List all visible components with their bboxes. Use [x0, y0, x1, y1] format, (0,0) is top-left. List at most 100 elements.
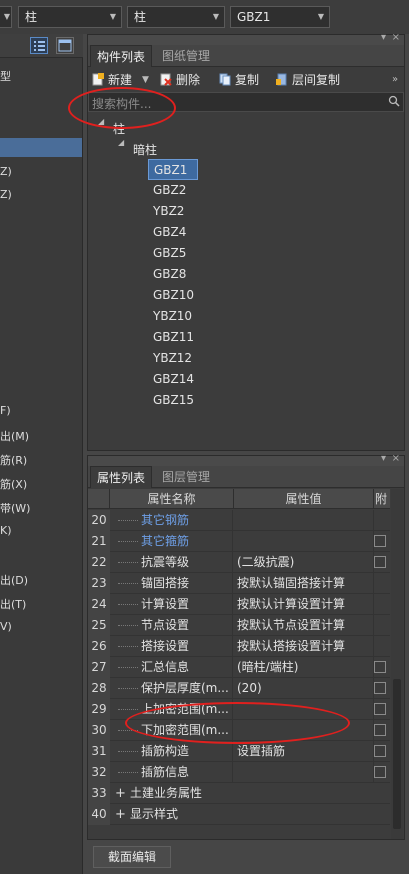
new-button[interactable]: 新建 — [92, 72, 132, 88]
property-row[interactable]: 23 锚固搭接 按默认锚固搭接计算 — [88, 573, 390, 594]
new-dropdown-chevron-icon[interactable]: ▼ — [142, 72, 149, 88]
tree-item[interactable]: GBZ2 — [148, 180, 198, 201]
property-name-text: 保护层厚度(m... — [141, 681, 229, 695]
property-value[interactable]: 设置插筋 — [234, 741, 374, 762]
left-item[interactable]: 带(W) — [0, 500, 30, 516]
floor-copy-label: 层间复制 — [292, 73, 341, 87]
property-group-row[interactable]: 33 + 土建业务属性 — [88, 783, 390, 804]
property-value[interactable] — [234, 762, 374, 783]
tree-item[interactable]: YBZ10 — [148, 306, 198, 327]
tree-group[interactable]: 暗柱 — [133, 141, 157, 158]
toolbar-overflow-icon[interactable]: » — [392, 72, 398, 88]
tab-property-list[interactable]: 属性列表 — [90, 466, 153, 488]
expand-plus-icon[interactable]: + — [115, 804, 126, 825]
left-item[interactable]: 出(D) — [0, 572, 28, 588]
left-item[interactable]: 型 — [0, 68, 11, 84]
floor-copy-icon — [276, 73, 288, 86]
tab-layer-management[interactable]: 图层管理 — [156, 466, 216, 488]
property-row[interactable]: 24 计算设置 按默认计算设置计算 — [88, 594, 390, 615]
property-group[interactable]: + 土建业务属性 — [110, 783, 374, 804]
tree-item[interactable]: YBZ12 — [148, 348, 198, 369]
collapse-arrow-icon[interactable]: ◢ — [118, 138, 124, 147]
tree-item[interactable]: GBZ14 — [148, 369, 198, 390]
row-number: 26 — [88, 636, 110, 657]
tree-item[interactable]: GBZ15 — [148, 390, 198, 411]
property-value[interactable]: 按默认搭接设置计算 — [234, 636, 374, 657]
tree-item[interactable]: YBZ2 — [148, 201, 198, 222]
property-row[interactable]: 21 其它箍筋 — [88, 531, 390, 552]
property-row[interactable]: 20 其它钢筋 — [88, 510, 390, 531]
property-value[interactable] — [234, 510, 374, 531]
combo-edge[interactable]: ▼ — [0, 6, 12, 28]
floor-copy-button[interactable]: 层间复制 — [276, 72, 340, 88]
expand-plus-icon[interactable]: + — [115, 783, 126, 804]
extra-checkbox[interactable] — [374, 745, 386, 757]
section-edit-button[interactable]: 截面编辑 — [93, 846, 171, 868]
property-scrollbar[interactable] — [391, 489, 403, 839]
left-item[interactable]: 筋(R) — [0, 452, 27, 468]
extra-checkbox[interactable] — [374, 556, 386, 568]
extra-checkbox-cell — [374, 657, 390, 678]
component-name-combo[interactable]: GBZ1 ▼ — [230, 6, 330, 28]
extra-checkbox[interactable] — [374, 661, 386, 673]
left-item[interactable]: 出(M) — [0, 428, 29, 444]
property-row[interactable]: 26 搭接设置 按默认搭接设置计算 — [88, 636, 390, 657]
copy-button[interactable]: 复制 — [219, 72, 259, 88]
left-item[interactable]: K) — [0, 524, 12, 537]
grid-view-icon[interactable] — [56, 37, 74, 54]
copy-label: 复制 — [235, 73, 260, 87]
tree-item[interactable]: GBZ11 — [148, 327, 198, 348]
property-group-row[interactable]: 40 + 显示样式 — [88, 804, 390, 825]
left-item-selected[interactable] — [0, 138, 82, 157]
left-item[interactable]: V) — [0, 620, 12, 633]
delete-button[interactable]: 删除 — [160, 72, 200, 88]
pin-icon[interactable]: ▾ — [381, 32, 386, 43]
tree-connector — [118, 688, 138, 689]
scrollbar-thumb[interactable] — [393, 679, 401, 829]
property-value[interactable]: 按默认计算设置计算 — [234, 594, 374, 615]
left-item[interactable]: 出(T) — [0, 596, 26, 612]
tree-item[interactable]: GBZ4 — [148, 222, 198, 243]
property-row[interactable]: 31 插筋构造 设置插筋 — [88, 741, 390, 762]
property-value[interactable]: 按默认节点设置计算 — [234, 615, 374, 636]
list-view-icon[interactable] — [30, 37, 48, 54]
left-item[interactable]: F) — [0, 404, 11, 417]
extra-checkbox[interactable] — [374, 766, 386, 778]
property-row[interactable]: 27 汇总信息 (暗柱/端柱) — [88, 657, 390, 678]
property-value[interactable] — [234, 531, 374, 552]
extra-checkbox[interactable] — [374, 682, 386, 694]
extra-checkbox-cell — [374, 636, 390, 657]
highlight-search-ellipse — [68, 87, 176, 129]
close-icon[interactable]: × — [392, 453, 400, 464]
property-row[interactable]: 32 插筋信息 — [88, 762, 390, 783]
property-row[interactable]: 28 保护层厚度(m... (20) — [88, 678, 390, 699]
tab-drawing-management[interactable]: 图纸管理 — [156, 45, 216, 67]
property-value[interactable]: (20) — [234, 678, 374, 699]
property-value[interactable]: 按默认锚固搭接计算 — [234, 573, 374, 594]
tree-connector — [118, 541, 138, 542]
component-type-combo[interactable]: 柱 ▼ — [127, 6, 225, 28]
extra-checkbox[interactable] — [374, 703, 386, 715]
tree-item-selected[interactable]: GBZ1 — [148, 159, 198, 180]
tree-connector — [118, 520, 138, 521]
property-value[interactable]: (暗柱/端柱) — [234, 657, 374, 678]
extra-checkbox[interactable] — [374, 535, 386, 547]
property-row[interactable]: 22 抗震等级 (二级抗震) — [88, 552, 390, 573]
property-row[interactable]: 25 节点设置 按默认节点设置计算 — [88, 615, 390, 636]
left-item[interactable]: Z) — [0, 188, 12, 201]
property-group[interactable]: + 显示样式 — [110, 804, 374, 825]
tree-item[interactable]: GBZ5 — [148, 243, 198, 264]
property-name: 保护层厚度(m... — [110, 678, 233, 699]
tab-component-list[interactable]: 构件列表 — [90, 45, 153, 67]
tree-item[interactable]: GBZ8 — [148, 264, 198, 285]
tree-connector — [118, 709, 138, 710]
pin-icon[interactable]: ▾ — [381, 453, 386, 464]
search-icon[interactable] — [388, 94, 400, 111]
left-item[interactable]: 筋(X) — [0, 476, 27, 492]
property-value[interactable]: (二级抗震) — [234, 552, 374, 573]
tree-item[interactable]: GBZ10 — [148, 285, 198, 306]
floor-type-combo[interactable]: 柱 ▼ — [18, 6, 122, 28]
left-item[interactable]: Z) — [0, 165, 12, 178]
extra-checkbox[interactable] — [374, 724, 386, 736]
close-icon[interactable]: × — [392, 32, 400, 43]
